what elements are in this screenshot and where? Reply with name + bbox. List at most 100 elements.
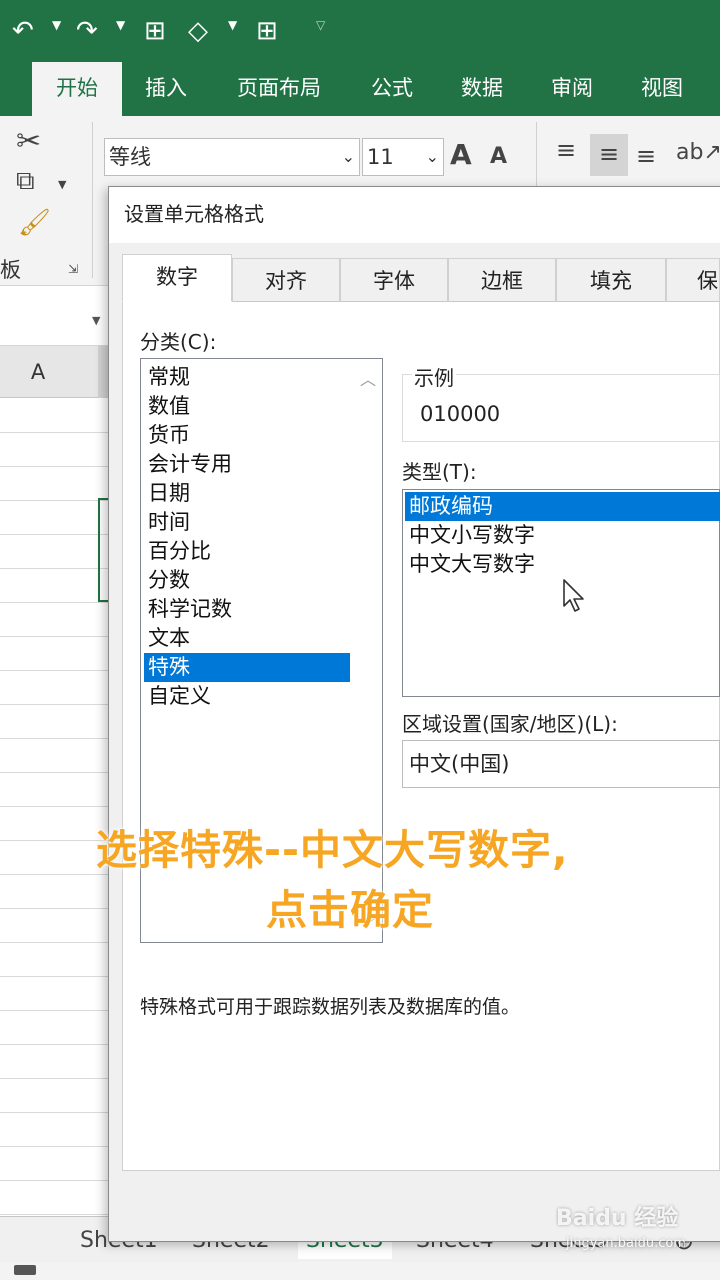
tab-fill[interactable]: 填充 [556,258,666,302]
table-icon[interactable]: ⊞ [144,14,166,48]
list-item[interactable]: 货币 [144,421,350,450]
row-gridline [0,1180,108,1181]
chevron-up-icon[interactable]: ︿ [360,366,376,390]
redo-icon[interactable]: ↷ [76,14,98,48]
tab-font[interactable]: 字体 [340,258,448,302]
status-icon [14,1265,36,1275]
list-item[interactable]: 中文大写数字 [405,550,720,579]
list-item[interactable]: 数值 [144,392,350,421]
category-label: 分类(C): [140,330,217,354]
ribbon-tabs: 开始 插入 页面布局 公式 数据 审阅 视图 [0,62,720,116]
redo-dropdown-icon[interactable]: ▼ [116,18,125,32]
group-divider [92,122,93,278]
font-name-select[interactable]: 等线 ⌄ [104,138,360,176]
list-item[interactable]: 中文小写数字 [405,521,720,550]
list-item[interactable]: 科学记数 [144,595,350,624]
tab-alignment[interactable]: 对齐 [232,258,340,302]
tab-number[interactable]: 数字 [122,254,232,302]
row-gridline [0,1214,108,1215]
row-gridline [0,772,108,773]
baidu-watermark: Baidu 经验 [556,1206,679,1231]
locale-select[interactable]: 中文(中国) [402,740,720,788]
list-item-selected[interactable]: 特殊 [144,653,350,682]
orientation-icon[interactable]: ab↗ [676,140,720,165]
list-item[interactable]: 会计专用 [144,450,350,479]
tab-formulas[interactable]: 公式 [356,62,428,116]
list-item[interactable]: 文本 [144,624,350,653]
chevron-down-icon[interactable]: ⌄ [342,139,355,175]
font-name-value: 等线 [109,145,151,169]
align-top-icon[interactable]: ≡ [556,136,576,164]
row-gridline [0,1078,108,1079]
type-label: 类型(T): [402,460,477,484]
row-gridline [0,466,108,467]
tab-data[interactable]: 数据 [446,62,518,116]
list-item[interactable]: 自定义 [144,682,350,711]
row-gridline [0,874,108,875]
shapes-icon[interactable]: ◇ [188,14,208,48]
align-middle-icon[interactable]: ≡ [590,134,628,176]
row-gridline [0,636,108,637]
list-item[interactable]: 常规 [144,363,350,392]
format-painter-icon[interactable]: 🖌 [18,208,51,238]
tab-view[interactable]: 视图 [626,62,698,116]
title-bar: ↶ ▼ ↷ ▼ ⊞ ◇ ▼ ⊞ ▽ [0,0,720,62]
row-gridline [0,432,108,433]
align-bottom-icon[interactable]: ≡ [636,142,656,170]
sample-value: 010000 [420,402,501,426]
locale-label: 区域设置(国家/地区)(L): [402,712,618,736]
row-gridline [0,500,108,501]
name-box[interactable]: ▼ [0,296,108,346]
tab-home[interactable]: 开始 [32,62,122,116]
format-description: 特殊格式可用于跟踪数据列表及数据库的值。 [140,996,521,1018]
selected-cell[interactable] [98,498,108,602]
list-item[interactable]: 时间 [144,508,350,537]
row-gridline [0,942,108,943]
tab-insert[interactable]: 插入 [130,62,202,116]
name-box-dropdown-icon[interactable]: ▼ [92,314,100,327]
column-header-b[interactable] [98,346,108,398]
row-gridline [0,840,108,841]
tab-review[interactable]: 审阅 [536,62,608,116]
type-list[interactable]: 邮政编码 中文小写数字 中文大写数字 [402,489,720,697]
copy-dropdown-icon[interactable]: ▼ [58,178,66,191]
tutorial-caption-line1: 选择特殊--中文大写数字, [96,826,569,874]
row-gridline [0,1112,108,1113]
clipboard-group-label: 板 [0,258,21,282]
copy-icon[interactable]: ⧉ [16,166,35,197]
list-item-selected[interactable]: 邮政编码 [405,492,720,521]
chevron-down-icon[interactable]: ⌄ [426,139,439,175]
row-gridline [0,602,108,603]
clipboard-launcher-icon[interactable]: ⇲ [68,262,78,276]
tab-page-layout[interactable]: 页面布局 [226,62,332,116]
grid-icon[interactable]: ⊞ [256,14,278,48]
row-gridline [0,1044,108,1045]
shapes-dropdown-icon[interactable]: ▼ [228,18,237,32]
cut-icon[interactable]: ✂ [16,124,41,159]
font-size-select[interactable]: 11 ⌄ [362,138,444,176]
row-gridline [0,738,108,739]
status-bar [0,1262,720,1280]
column-header-a[interactable]: A [0,360,76,384]
tutorial-caption-line2: 点击确定 [266,886,434,934]
sample-label: 示例 [412,362,456,391]
row-gridline [0,908,108,909]
tab-protection[interactable]: 保 [666,258,720,302]
undo-dropdown-icon[interactable]: ▼ [52,18,61,32]
row-gridline [0,806,108,807]
list-item[interactable]: 分数 [144,566,350,595]
row-gridline [0,976,108,977]
row-gridline [0,568,108,569]
grow-font-icon[interactable]: A [450,138,472,171]
undo-icon[interactable]: ↶ [12,14,34,48]
tab-border[interactable]: 边框 [448,258,556,302]
customize-qat-icon[interactable]: ▽ [316,18,325,32]
font-size-value: 11 [367,145,394,169]
row-gridline [0,1146,108,1147]
row-gridline [0,704,108,705]
watermark-url: jingyan.baidu.com [566,1236,686,1251]
list-item[interactable]: 百分比 [144,537,350,566]
group-divider [536,122,537,192]
list-item[interactable]: 日期 [144,479,350,508]
shrink-font-icon[interactable]: A [490,144,507,169]
